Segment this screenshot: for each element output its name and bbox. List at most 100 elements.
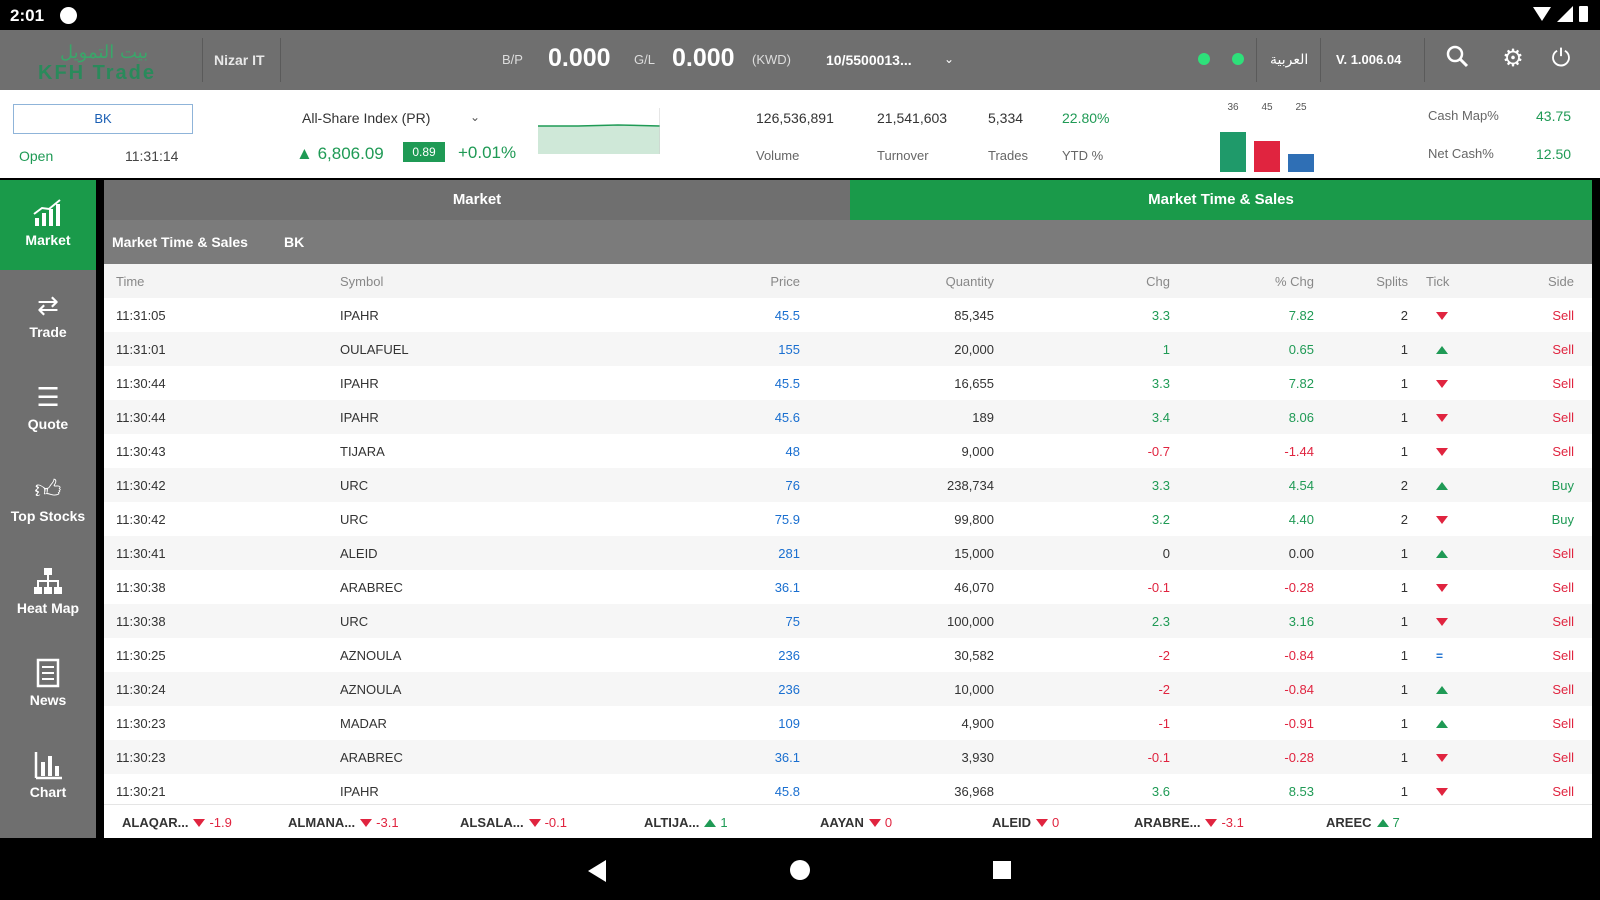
list-icon: ☰ <box>36 382 60 412</box>
sidebar-item-market[interactable]: Market <box>0 180 96 270</box>
sidebar-item-heat-map[interactable]: Heat Map <box>0 548 96 638</box>
back-icon[interactable] <box>588 860 606 882</box>
col-side[interactable]: Side <box>1548 274 1574 289</box>
ticker-item[interactable]: AAYAN 0 <box>820 815 892 830</box>
ticker-item[interactable]: AREEC 7 <box>1326 815 1400 830</box>
cell-side: Sell <box>1552 784 1574 799</box>
table-row[interactable]: 11:31:05 IPAHR 45.5 85,345 3.3 7.82 2 Sell <box>104 298 1592 332</box>
language-toggle[interactable]: العربية <box>1270 52 1308 68</box>
cell-quantity: 189 <box>972 410 994 425</box>
account-selector[interactable]: 10/5500013... <box>826 52 912 68</box>
app-header: بيت التمويل KFH Trade Nizar IT B/P 0.000… <box>0 30 1600 90</box>
ticker-item[interactable]: ALAQAR... -1.9 <box>122 815 232 830</box>
chevron-down-icon[interactable]: ⌄ <box>944 52 954 66</box>
chevron-down-icon[interactable]: ⌄ <box>470 110 480 124</box>
table-row[interactable]: 11:30:42 URC 75.9 99,800 3.2 4.40 2 Buy <box>104 502 1592 536</box>
panel-title: Market Time & Sales <box>112 234 248 250</box>
power-icon[interactable]: ⏻ <box>1546 44 1576 74</box>
col-splits[interactable]: Splits <box>1376 274 1408 289</box>
table-row[interactable]: 11:30:25 AZNOULA 236 30,582 -2 -0.84 1 = Sell <box>104 638 1592 672</box>
table-row[interactable]: 11:30:23 ARABREC 36.1 3,930 -0.1 -0.28 1 Sell <box>104 740 1592 774</box>
breadth-bar-label: 45 <box>1261 102 1273 113</box>
cell-splits: 1 <box>1400 614 1408 629</box>
cell-side: Sell <box>1552 410 1574 425</box>
table-row[interactable]: 11:30:21 IPAHR 45.8 36,968 3.6 8.53 1 Sell <box>104 774 1592 804</box>
ticker-item[interactable]: ALTIJA... 1 <box>644 815 728 830</box>
cell-quantity: 16,655 <box>954 376 994 391</box>
col-tick[interactable]: Tick <box>1426 274 1449 289</box>
cell-time: 11:30:42 <box>116 512 166 527</box>
cell-price: 45.8 <box>774 784 800 799</box>
tick-equal-icon: = <box>1436 649 1444 663</box>
cell-time: 11:31:05 <box>116 308 166 323</box>
table-row[interactable]: 11:30:24 AZNOULA 236 10,000 -2 -0.84 1 Sell <box>104 672 1592 706</box>
cell-chg: 3.3 <box>1151 478 1170 493</box>
sidebar-item-quote[interactable]: ☰ Quote <box>0 364 96 454</box>
breadth-bar <box>1288 154 1314 172</box>
col-price[interactable]: Price <box>770 274 800 289</box>
table-row[interactable]: 11:30:43 TIJARA 48 9,000 -0.7 -1.44 1 Sell <box>104 434 1592 468</box>
user-name[interactable]: Nizar IT <box>214 52 265 68</box>
ticker-change: 1 <box>720 815 728 830</box>
cell-quantity: 3,930 <box>961 750 994 765</box>
ticker-item[interactable]: ARABRE... -3.1 <box>1134 815 1244 830</box>
search-icon[interactable] <box>1442 44 1472 74</box>
ticker-strip: ALAQAR... -1.9 ALMANA... -3.1 ALSALA... -0.1 A… <box>104 804 1592 838</box>
cell-quantity: 85,345 <box>954 308 994 323</box>
cell-time: 11:30:43 <box>116 444 166 459</box>
ticker-item[interactable]: ALSALA... -0.1 <box>460 815 567 830</box>
sidebar-item-chart[interactable]: Chart <box>0 732 96 822</box>
cell-symbol: IPAHR <box>340 308 379 323</box>
table-row[interactable]: 11:30:38 ARABREC 36.1 46,070 -0.1 -0.28 1 Sell <box>104 570 1592 604</box>
breadth-bar <box>1220 132 1246 172</box>
table-row[interactable]: 11:31:01 OULAFUEL 155 20,000 1 0.65 1 Sell <box>104 332 1592 366</box>
home-icon[interactable] <box>790 860 810 880</box>
ticker-change: 7 <box>1392 815 1400 830</box>
table-row[interactable]: 11:30:41 ALEID 281 15,000 0 0.00 1 Sell <box>104 536 1592 570</box>
bar-chart-icon <box>32 750 64 780</box>
sidebar-item-trade[interactable]: ⇄ Trade <box>0 272 96 362</box>
ticker-item[interactable]: ALEID 0 <box>992 815 1059 830</box>
symbol-input[interactable]: BK <box>13 104 193 134</box>
ticker-item[interactable]: ALMANA... -3.1 <box>288 815 399 830</box>
cell-splits: 1 <box>1400 546 1408 561</box>
sidebar-item-news[interactable]: News <box>0 640 96 730</box>
cell-price: 236 <box>778 648 800 663</box>
cell-quantity: 9,000 <box>961 444 994 459</box>
divider <box>1424 38 1425 82</box>
cell-side: Sell <box>1552 444 1574 459</box>
gear-icon[interactable]: ⚙ <box>1498 44 1528 74</box>
gl-label: G/L <box>634 52 655 67</box>
table-row[interactable]: 11:30:23 MADAR 109 4,900 -1 -0.91 1 Sell <box>104 706 1592 740</box>
cell-side: Sell <box>1552 580 1574 595</box>
tick-down-icon <box>1436 784 1448 799</box>
table-row[interactable]: 11:30:38 URC 75 100,000 2.3 3.16 1 Sell <box>104 604 1592 638</box>
cell-chg: -0.7 <box>1147 444 1170 459</box>
cell-splits: 1 <box>1400 784 1408 799</box>
table-row[interactable]: 11:30:42 URC 76 238,734 3.3 4.54 2 Buy <box>104 468 1592 502</box>
divider <box>1256 38 1257 82</box>
sidebar-item-top-stocks[interactable]: 👍︎ Top Stocks <box>0 456 96 546</box>
cell-side: Sell <box>1552 376 1574 391</box>
tick-up-icon <box>1436 716 1448 731</box>
col-time[interactable]: Time <box>116 274 144 289</box>
table-row[interactable]: 11:30:44 IPAHR 45.5 16,655 3.3 7.82 1 Sell <box>104 366 1592 400</box>
col-chg[interactable]: Chg <box>1146 274 1170 289</box>
table-row[interactable]: 11:30:44 IPAHR 45.6 189 3.4 8.06 1 Sell <box>104 400 1592 434</box>
ticker-symbol: AREEC <box>1326 815 1372 830</box>
tab-market[interactable]: Market <box>104 180 850 220</box>
cell-symbol: ALEID <box>340 546 378 561</box>
cell-chg: 3.3 <box>1151 308 1170 323</box>
cash-map-label: Cash Map% <box>1428 108 1499 123</box>
divider <box>202 38 203 82</box>
cell-splits: 2 <box>1400 308 1408 323</box>
ticker-change: -0.1 <box>544 815 567 830</box>
col-symbol[interactable]: Symbol <box>340 274 383 289</box>
recents-icon[interactable] <box>993 861 1011 879</box>
cell-quantity: 4,900 <box>961 716 994 731</box>
cell-pct-chg: 8.06 <box>1288 410 1314 425</box>
col-pct-chg[interactable]: % Chg <box>1275 274 1314 289</box>
tab-market-time-sales[interactable]: Market Time & Sales <box>850 180 1592 220</box>
col-quantity[interactable]: Quantity <box>946 274 994 289</box>
index-selector[interactable]: All-Share Index (PR) <box>302 110 430 126</box>
